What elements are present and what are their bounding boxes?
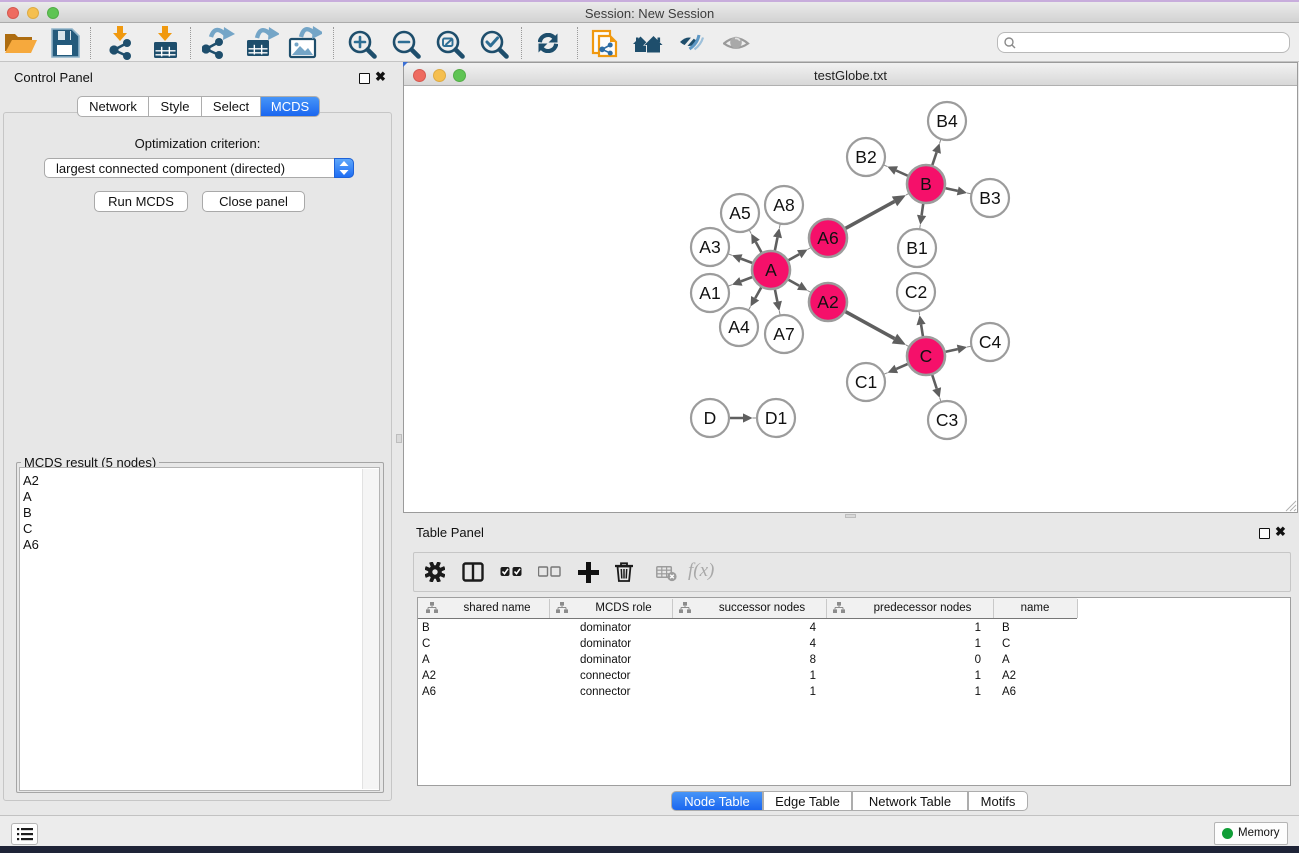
svg-text:A7: A7 [773,324,794,344]
svg-text:C: C [920,346,933,366]
svg-text:B: B [920,174,932,194]
svg-text:A: A [765,260,777,280]
svg-text:A3: A3 [699,237,720,257]
svg-text:A4: A4 [728,317,750,337]
svg-text:A2: A2 [817,292,838,312]
svg-text:D1: D1 [765,408,787,428]
svg-text:A5: A5 [729,203,750,223]
svg-text:A6: A6 [817,228,838,248]
svg-text:D: D [704,408,717,428]
svg-text:A8: A8 [773,195,794,215]
svg-text:B1: B1 [906,238,927,258]
svg-text:B4: B4 [936,111,958,131]
svg-text:B3: B3 [979,188,1000,208]
svg-text:C3: C3 [936,410,958,430]
svg-text:A1: A1 [699,283,720,303]
svg-text:B2: B2 [855,147,876,167]
svg-text:C1: C1 [855,372,877,392]
svg-text:C4: C4 [979,332,1002,352]
svg-text:C2: C2 [905,282,927,302]
